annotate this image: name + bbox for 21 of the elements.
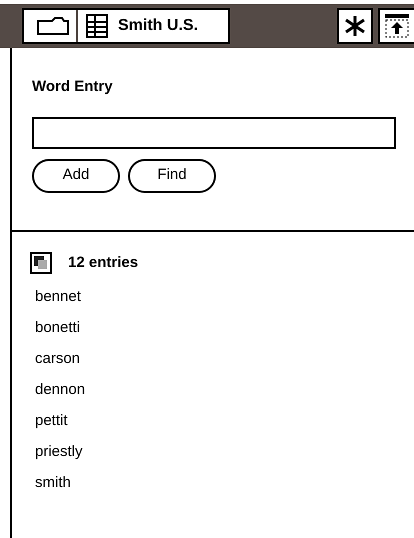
asterisk-icon — [344, 15, 366, 37]
word-list-item[interactable]: bonetti — [35, 312, 414, 344]
upload-icon — [384, 13, 410, 39]
upload-button[interactable] — [378, 8, 414, 44]
word-list-item[interactable]: smith — [35, 468, 414, 498]
document-tab[interactable]: Smith U.S. — [22, 8, 230, 44]
word-list-item[interactable]: pettit — [35, 406, 414, 436]
word-list-item[interactable]: carson — [35, 344, 414, 374]
word-list-item[interactable]: priestly — [35, 436, 414, 468]
folder-icon[interactable] — [36, 16, 70, 36]
stacked-squares-icon[interactable] — [30, 252, 52, 274]
section-heading: Word Entry — [32, 77, 114, 97]
word-list-item[interactable]: dennon — [35, 374, 414, 406]
word-input-field[interactable] — [32, 116, 396, 148]
table-icon[interactable] — [86, 14, 108, 38]
asterisk-button[interactable] — [337, 8, 373, 44]
document-title: Smith U.S. — [118, 16, 198, 36]
action-button[interactable]: Find — [128, 158, 216, 192]
action-button[interactable]: Add — [32, 158, 120, 192]
word-list-item[interactable]: bennet — [35, 282, 414, 312]
entry-count: 12 entries — [68, 253, 138, 273]
